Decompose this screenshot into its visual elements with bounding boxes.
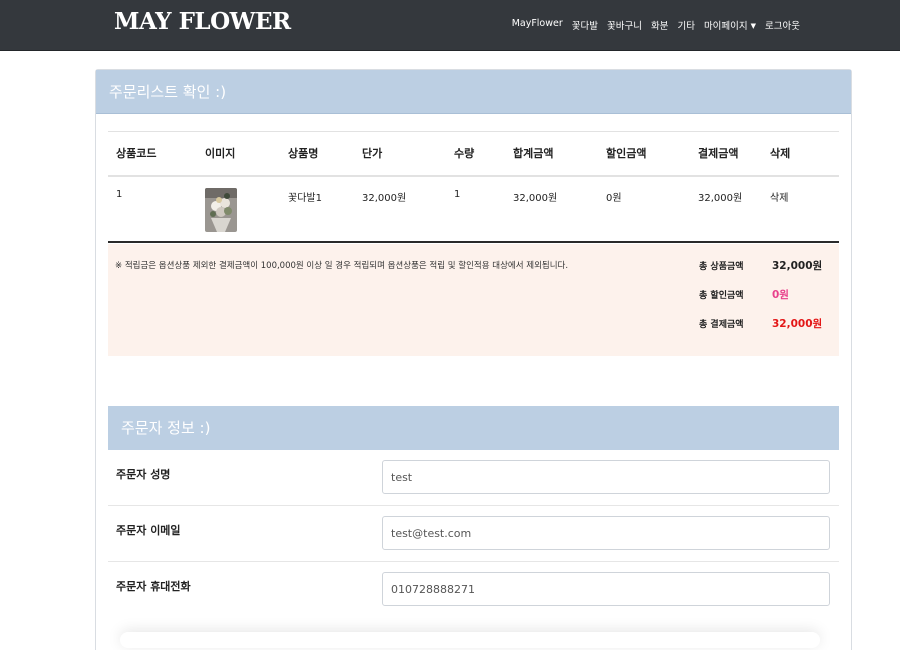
orderer-name-row: 주문자 성명 bbox=[108, 450, 839, 506]
col-unit-price: 단가 bbox=[354, 131, 446, 177]
order-panel: 주문리스트 확인 :) 상품코드 이미지 상품명 단가 수량 합계금액 할인금액… bbox=[95, 69, 852, 650]
orderer-name-input[interactable] bbox=[382, 460, 830, 494]
total-discount-label: 총 할인금액 bbox=[699, 291, 744, 301]
total-product-label: 총 상품금액 bbox=[699, 262, 744, 272]
main-nav: MayFlower 꽃다발 꽃바구니 화분 기타 마이페이지 ▼ 로그아웃 bbox=[512, 18, 800, 32]
col-image: 이미지 bbox=[197, 131, 280, 177]
col-total: 합계금액 bbox=[505, 131, 598, 177]
orderer-email-label: 주문자 이메일 bbox=[116, 524, 181, 537]
orderer-email-row: 주문자 이메일 bbox=[108, 506, 839, 562]
orderer-phone-input[interactable] bbox=[382, 572, 830, 606]
top-navbar: MAY FLOWER MayFlower 꽃다발 꽃바구니 화분 기타 마이페이… bbox=[0, 0, 900, 51]
nav-bouquet[interactable]: 꽃다발 bbox=[572, 18, 598, 32]
nav-mypage-label: 마이페이지 bbox=[703, 21, 748, 32]
brand-logo[interactable]: MAY FLOWER bbox=[114, 8, 291, 35]
chevron-down-icon: ▼ bbox=[750, 22, 757, 30]
total-payment-value: 32,000원 bbox=[772, 318, 823, 330]
nav-basket[interactable]: 꽃바구니 bbox=[607, 18, 642, 32]
col-delete: 삭제 bbox=[762, 131, 839, 177]
nav-etc[interactable]: 기타 bbox=[677, 18, 694, 32]
orderer-phone-label: 주문자 휴대전화 bbox=[116, 580, 191, 593]
orderer-phone-row: 주문자 휴대전화 bbox=[108, 562, 839, 618]
col-payment: 결제금액 bbox=[690, 131, 762, 177]
nav-mypage[interactable]: 마이페이지 ▼ bbox=[704, 18, 756, 32]
cell-payment: 32,000원 bbox=[690, 175, 762, 243]
table-header-row: 상품코드 이미지 상품명 단가 수량 합계금액 할인금액 결제금액 삭제 bbox=[108, 131, 839, 177]
nav-mayflower[interactable]: MayFlower bbox=[512, 18, 563, 32]
col-qty: 수량 bbox=[446, 131, 505, 177]
cell-image bbox=[197, 175, 280, 243]
order-panel-title: 주문리스트 확인 :) bbox=[96, 70, 851, 114]
delete-button[interactable]: 삭제 bbox=[762, 175, 839, 243]
order-table: 상품코드 이미지 상품명 단가 수량 합계금액 할인금액 결제금액 삭제 1 꽃… bbox=[108, 131, 839, 243]
cell-discount: 0원 bbox=[598, 175, 690, 243]
total-payment-label: 총 결제금액 bbox=[699, 320, 744, 330]
total-discount-value: 0원 bbox=[772, 289, 789, 301]
points-note: ※ 적립금은 옵션상품 제외한 결제금액이 100,000원 이상 일 경우 적… bbox=[115, 261, 569, 271]
bouquet-thumbnail[interactable] bbox=[205, 187, 237, 232]
orderer-name-label: 주문자 성명 bbox=[116, 468, 171, 481]
cell-total: 32,000원 bbox=[505, 175, 598, 243]
cell-code: 1 bbox=[108, 175, 197, 243]
table-row: 1 꽃다발1 32,000원 1 32,000원 0원 32,000원 삭제 bbox=[108, 175, 839, 243]
floating-bar-shadow bbox=[120, 632, 820, 648]
cell-name: 꽃다발1 bbox=[280, 175, 354, 243]
flower-icon bbox=[205, 187, 237, 232]
order-summary: ※ 적립금은 옵션상품 제외한 결제금액이 100,000원 이상 일 경우 적… bbox=[108, 244, 839, 356]
col-code: 상품코드 bbox=[108, 131, 197, 177]
col-name: 상품명 bbox=[280, 131, 354, 177]
cell-qty: 1 bbox=[446, 175, 505, 243]
orderer-panel-title: 주문자 정보 :) bbox=[108, 406, 839, 450]
orderer-email-input[interactable] bbox=[382, 516, 830, 550]
nav-pot[interactable]: 화분 bbox=[651, 18, 668, 32]
nav-logout[interactable]: 로그아웃 bbox=[765, 18, 800, 32]
total-product-value: 32,000원 bbox=[772, 260, 823, 272]
cell-unit-price: 32,000원 bbox=[354, 175, 446, 243]
col-discount: 할인금액 bbox=[598, 131, 690, 177]
